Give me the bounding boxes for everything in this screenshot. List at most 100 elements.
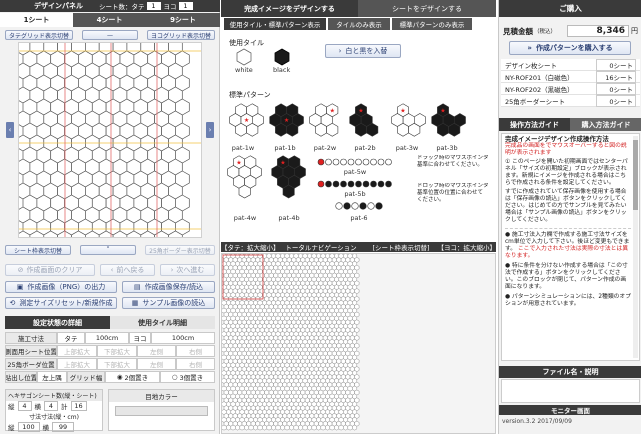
pattern-dot[interactable] <box>347 158 355 166</box>
mini-hex[interactable] <box>338 424 344 431</box>
undo-button[interactable]: ‹ 前へ戻る <box>100 264 155 276</box>
clear-canvas-button[interactable]: ⊘ 作成画面のクリア <box>5 264 95 276</box>
border-pos-left[interactable]: 左側 <box>137 357 176 370</box>
pattern-hex[interactable] <box>326 122 339 137</box>
scroll-right-arrow-icon[interactable]: › <box>206 122 214 138</box>
mini-hex[interactable] <box>307 424 313 431</box>
pattern-dot[interactable] <box>332 158 340 166</box>
mini-hex[interactable] <box>253 424 258 431</box>
pattern-dot[interactable] <box>377 180 385 188</box>
pattern-pat-2w[interactable]: ★ <box>309 103 339 137</box>
tab-tile-and-pattern[interactable]: 使用タイル・標準パターン表示 <box>224 18 326 30</box>
design-canvas[interactable] <box>15 38 202 248</box>
mini-hex[interactable] <box>262 424 267 431</box>
tab-settings-detail[interactable]: 設定状態の詳細 <box>5 316 110 329</box>
border-pos-right[interactable]: 右側 <box>176 357 215 370</box>
pattern-hex[interactable] <box>286 122 299 137</box>
pattern-dot[interactable] <box>317 158 325 166</box>
tab-design-image[interactable]: 完成イメージをデザインする <box>221 0 358 17</box>
side-pos-right[interactable]: 右側 <box>176 344 215 357</box>
align-select[interactable]: 左上隅 <box>37 370 67 383</box>
side-pos-left[interactable]: 左側 <box>137 344 176 357</box>
pattern-dot[interactable] <box>377 158 385 166</box>
mini-hex[interactable] <box>280 424 285 431</box>
pattern-dot[interactable] <box>343 202 351 210</box>
navigation-minimap[interactable] <box>222 254 382 432</box>
pattern-hex[interactable] <box>235 122 247 137</box>
pattern-dot[interactable] <box>340 180 347 188</box>
tab-tile-only[interactable]: タイルのみ表示 <box>328 18 390 30</box>
tab-tile-detail[interactable]: 使用タイル明細 <box>110 316 215 329</box>
pattern-hex[interactable] <box>355 122 367 137</box>
file-name-input[interactable] <box>501 379 640 403</box>
sheet-tate-input[interactable]: 1 <box>146 2 161 10</box>
swap-color-button[interactable]: › 白と黒を入替 <box>325 44 401 58</box>
pattern-hex[interactable] <box>275 122 287 137</box>
mini-hex[interactable] <box>329 424 335 431</box>
tab-pattern-only[interactable]: 標準パターンのみ表示 <box>392 18 472 30</box>
guide-content[interactable]: 完成イメージデザイン作成操作方法 完成品の画面をでマウスオーバーすると図の説明が… <box>501 133 640 361</box>
pattern-dot[interactable] <box>355 180 362 188</box>
pattern-dot[interactable] <box>362 180 370 188</box>
border-toggle-button[interactable]: 25角ボーダー表示切替 <box>145 245 215 255</box>
buy-pattern-button[interactable]: » 作成パターンを購入する <box>509 41 631 55</box>
yoko-size-input[interactable]: 100cm <box>151 331 215 344</box>
sample-load-button[interactable]: ▦ サンプル画像の読込 <box>122 297 215 309</box>
mini-hex[interactable] <box>271 424 276 431</box>
mini-hex[interactable] <box>257 424 263 431</box>
border-pos-top[interactable]: 上部拡大 <box>57 357 97 370</box>
tab-operation-guide[interactable]: 操作方法ガイド <box>499 118 570 131</box>
yoko-grid-toggle-button[interactable]: ヨコグリッド表示切替 <box>147 30 215 40</box>
mini-hex[interactable] <box>235 424 240 431</box>
png-export-button[interactable]: ▣ 作成画像（PNG）の出力 <box>5 281 117 293</box>
mini-hex[interactable] <box>352 424 358 431</box>
guide-scrollbar-thumb[interactable] <box>633 140 638 210</box>
hex-grid[interactable] <box>15 38 201 248</box>
eye-color-swatch[interactable] <box>115 406 208 416</box>
pattern-dot[interactable] <box>359 202 367 210</box>
tab-4-sheet[interactable]: 4シート <box>73 13 146 27</box>
tate-size-input[interactable]: 100cm <box>85 331 129 344</box>
tile-white[interactable]: white <box>235 48 253 74</box>
grid-opt-3[interactable]: ○ 3個置き <box>160 370 215 383</box>
mini-hex[interactable] <box>239 424 245 431</box>
radio-unchecked-icon[interactable]: ○ <box>172 373 178 381</box>
chevron-down-icon[interactable]: ˅ <box>80 245 136 255</box>
pattern-pat-1w[interactable]: ★ <box>229 103 264 137</box>
mini-hex[interactable] <box>244 424 249 431</box>
side-pos-top[interactable]: 上部拡大 <box>57 344 97 357</box>
mini-hex[interactable] <box>302 424 308 431</box>
mini-hex[interactable] <box>298 424 304 431</box>
save-load-button[interactable]: ▤ 作成画像保存/読込 <box>122 281 215 293</box>
sheet-yoko-input[interactable]: 1 <box>178 2 193 10</box>
pattern-dot[interactable] <box>317 180 325 188</box>
mini-hex[interactable] <box>289 424 295 431</box>
pattern-dot[interactable] <box>385 180 392 188</box>
mini-hex[interactable] <box>320 424 326 431</box>
pattern-dot[interactable] <box>362 158 370 166</box>
pattern-dot[interactable] <box>325 158 332 166</box>
tab-purchase-guide[interactable]: 購入方法ガイド <box>570 118 641 131</box>
pattern-pat-4b[interactable]: ★ <box>271 155 306 199</box>
pattern-hex[interactable] <box>246 122 259 137</box>
pattern-pat-3b[interactable]: ★ <box>431 103 466 137</box>
side-pos-bottom[interactable]: 下部拡大 <box>97 344 137 357</box>
nav-tate-zoom[interactable]: 【タテ：拡大縮小】 <box>221 242 277 252</box>
grid-middle-button[interactable]: — <box>82 30 138 40</box>
scroll-left-arrow-icon[interactable]: ‹ <box>6 122 14 138</box>
pattern-pat-4w[interactable]: ★ <box>227 155 262 199</box>
guide-scrollbar[interactable] <box>633 136 638 358</box>
total-navigation-view[interactable] <box>221 253 496 434</box>
nav-yoko-zoom[interactable]: 【ヨコ：拡大縮小】 <box>437 242 497 252</box>
mini-hex[interactable] <box>347 424 353 431</box>
tate-grid-toggle-button[interactable]: タテグリッド表示切替 <box>5 30 73 40</box>
tab-9-sheet[interactable]: 9シート <box>146 13 220 27</box>
mini-hex[interactable] <box>248 424 254 431</box>
radio-checked-icon[interactable]: ◉ <box>117 373 123 381</box>
redo-button[interactable]: › 次へ進む <box>160 264 215 276</box>
border-pos-bottom[interactable]: 下部拡大 <box>97 357 137 370</box>
mini-hex[interactable] <box>284 424 290 431</box>
pattern-hex[interactable] <box>366 122 379 137</box>
pattern-hex[interactable] <box>454 113 466 127</box>
pattern-dot[interactable] <box>355 158 362 166</box>
